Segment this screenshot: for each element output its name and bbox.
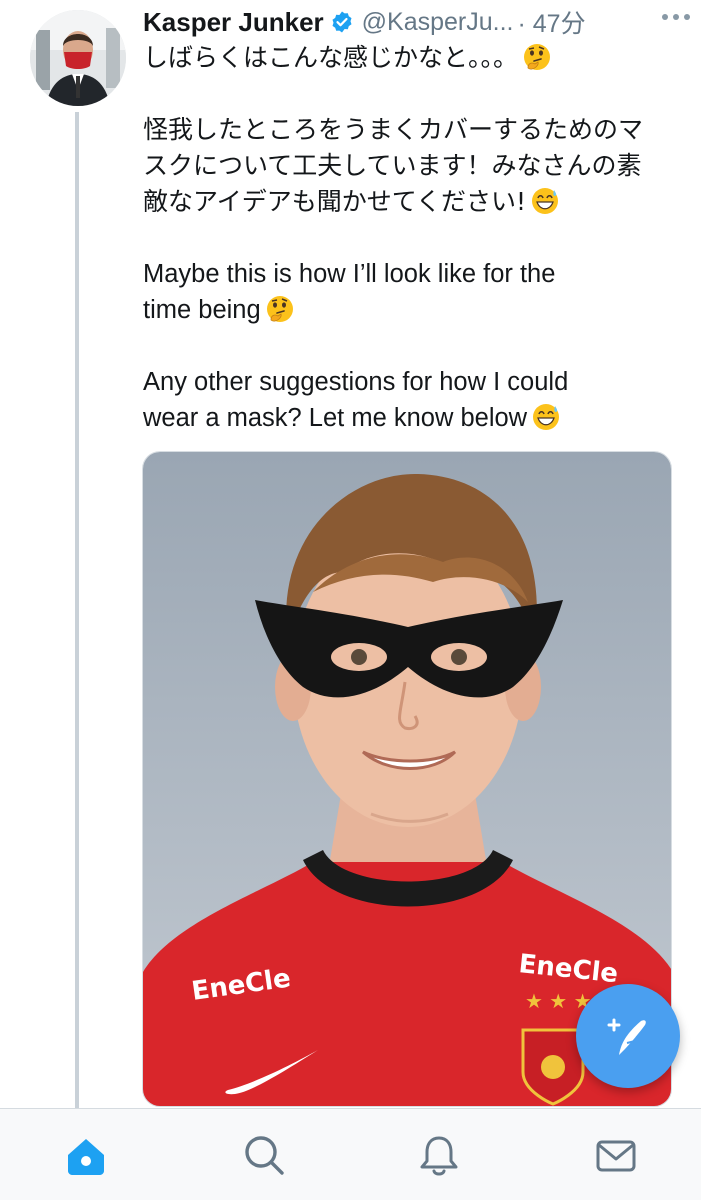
avatar[interactable] [30, 10, 126, 106]
tweet-line: スクについて工夫しています！みなさんの素 [143, 151, 642, 180]
svg-text:★ ★ ★: ★ ★ ★ [525, 989, 592, 1013]
search-icon [245, 1136, 284, 1175]
compose-tweet-icon [607, 1018, 646, 1055]
tab-home[interactable] [62, 1131, 110, 1179]
display-name[interactable]: Kasper Junker [143, 7, 324, 38]
tweet-line: wear a mask? Let me know below [143, 400, 683, 436]
grinning-sweat-emoji-icon [533, 404, 560, 430]
tweet-screen: Kasper Junker @KasperJu... · 47分 しばらくはこん… [0, 0, 701, 1200]
tweet-line: 怪我したところをうまくカバーするためのマ [143, 115, 644, 144]
tweet-line: Any other suggestions for how I could [143, 368, 569, 396]
tweet-header: Kasper Junker @KasperJu... · 47分 [143, 4, 688, 40]
thread-line [75, 112, 79, 1108]
tweet-line: しばらくはこんな感じかなと。。。 [143, 40, 683, 76]
tweet-line: time being [143, 292, 683, 328]
thinking-face-emoji-icon [266, 296, 293, 322]
tab-search[interactable] [240, 1131, 288, 1179]
tweet-line: 敵なアイデアも聞かせてください! [143, 184, 683, 220]
bell-icon [420, 1136, 458, 1176]
tweet-text: しばらくはこんな感じかなと。。。 怪我したところをうまくカバーするためのマ スク… [143, 40, 683, 436]
handle[interactable]: @KasperJu... [362, 8, 514, 37]
home-icon [68, 1139, 104, 1175]
tab-notifications[interactable] [415, 1131, 463, 1179]
compose-tweet-button[interactable] [576, 984, 680, 1088]
tab-messages[interactable] [592, 1131, 640, 1179]
thinking-face-emoji-icon [524, 44, 551, 70]
timestamp[interactable]: · 47分 [518, 4, 586, 40]
mail-icon [596, 1140, 636, 1172]
bottom-tab-bar [0, 1108, 701, 1200]
tweet-line: Maybe this is how I’ll look like for the [143, 260, 556, 288]
grinning-sweat-emoji-icon [532, 188, 559, 214]
verified-badge-icon [332, 11, 352, 33]
more-dots-icon[interactable] [661, 13, 691, 21]
